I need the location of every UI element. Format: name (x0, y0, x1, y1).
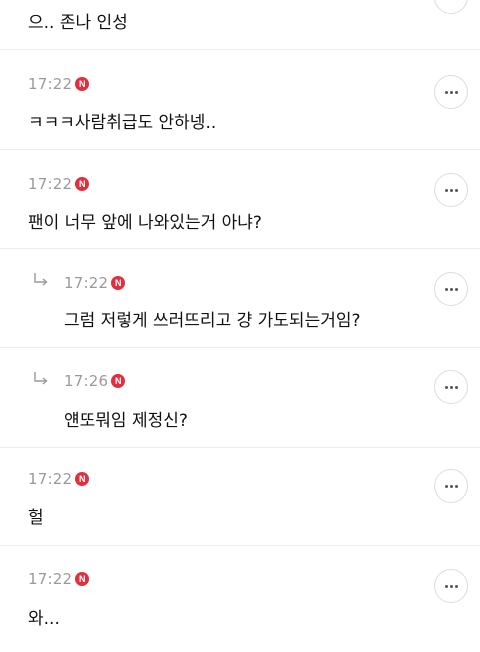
more-options-button[interactable] (434, 173, 468, 207)
more-options-icon (444, 90, 458, 94)
reply-item: 17:26 N 얜또뭐임 제정신? (0, 348, 480, 448)
reply-item: 17:22 N 그럼 저렇게 쓰러뜨리고 걍 가도되는거임? (0, 249, 480, 348)
reply-arrow-icon (34, 273, 48, 286)
more-options-button[interactable] (434, 569, 468, 603)
more-options-icon (444, 484, 458, 488)
comment-item: 17:22 N ㅋㅋㅋ사람취급도 안하넹.. (0, 50, 480, 150)
comment-meta: 17:22 N (28, 570, 90, 588)
more-options-button[interactable] (434, 272, 468, 306)
comment-item: 17:22 N 팬이 너무 앞에 나와있는거 아냐? (0, 150, 480, 249)
reply-arrow-icon (34, 372, 48, 385)
more-options-icon (444, 385, 458, 389)
more-options-button[interactable] (434, 0, 468, 14)
comment-time: 17:22 (28, 175, 73, 193)
comment-item: 17:22 N 헐 (0, 448, 480, 546)
comment-meta: 17:22 N (64, 274, 126, 292)
comment-meta: 17:22 N (28, 175, 90, 193)
comment-meta: 17:22 N (28, 75, 90, 93)
naver-n-badge-icon: N (75, 77, 90, 91)
comment-meta: 17:26 N (64, 372, 126, 390)
comment-text: 팬이 너무 앞에 나와있는거 아냐? (28, 213, 262, 233)
comment-item: 17:22 N 와... (0, 546, 480, 652)
more-options-icon (444, 287, 458, 291)
more-options-button[interactable] (434, 75, 468, 109)
comment-time: 17:22 (28, 470, 73, 488)
naver-n-badge-icon: N (111, 374, 126, 388)
comment-text: 으.. 존나 인성 (28, 13, 128, 33)
naver-n-badge-icon: N (111, 276, 126, 290)
more-options-icon (444, 584, 458, 588)
more-options-icon (444, 188, 458, 192)
comment-text: 헐 (28, 508, 44, 528)
comment-time: 17:22 (28, 570, 73, 588)
comment-time: 17:22 (64, 274, 109, 292)
naver-n-badge-icon: N (75, 572, 90, 586)
comment-time: 17:22 (28, 75, 73, 93)
comment-text: 얜또뭐임 제정신? (64, 411, 188, 431)
comment-text: 와... (28, 609, 60, 629)
naver-n-badge-icon: N (75, 177, 90, 191)
comment-text: 그럼 저렇게 쓰러뜨리고 걍 가도되는거임? (64, 311, 361, 331)
more-options-button[interactable] (434, 469, 468, 503)
naver-n-badge-icon: N (75, 472, 90, 486)
comment-time: 17:26 (64, 372, 109, 390)
comment-meta: 17:22 N (28, 470, 90, 488)
comment-item: 으.. 존나 인성 (0, 0, 480, 50)
more-options-button[interactable] (434, 370, 468, 404)
comment-text: ㅋㅋㅋ사람취급도 안하넹.. (28, 113, 217, 133)
